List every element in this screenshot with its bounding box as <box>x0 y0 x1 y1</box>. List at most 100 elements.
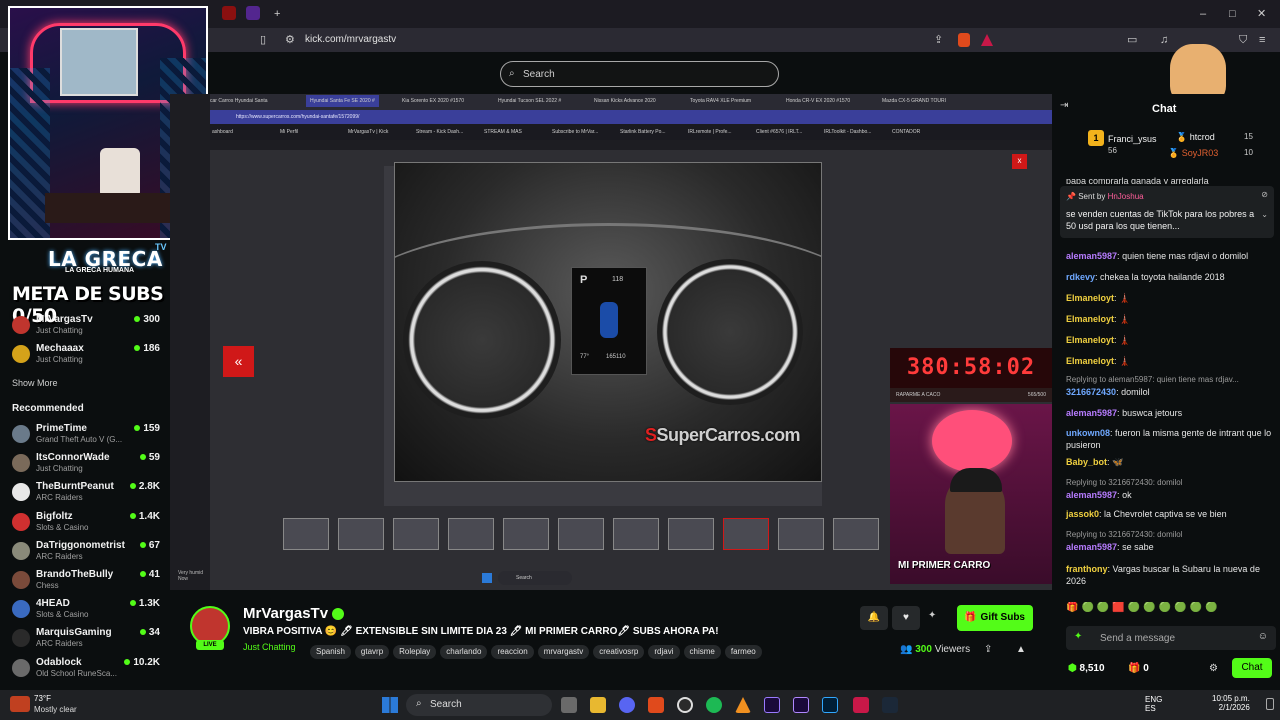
brave-shield-icon[interactable] <box>958 33 970 47</box>
maximize-icon[interactable]: □ <box>1229 8 1236 20</box>
share-icon[interactable]: ⇪ <box>934 34 943 46</box>
stream-category[interactable]: Just Chatting <box>243 642 296 652</box>
menu-icon[interactable]: ≡ <box>1259 34 1265 46</box>
report-icon[interactable]: ▲ <box>1016 644 1026 655</box>
video-player[interactable]: car Carros Hyundai Santa Hyundai Santa Fe… <box>170 94 1052 590</box>
chat-message[interactable]: aleman5987: quien tiene mas rdjavi o dom… <box>1066 250 1274 262</box>
chat-username[interactable]: unkown08 <box>1066 428 1110 438</box>
sidebar-recommended-channel[interactable]: DaTriggonometrist ARC Raiders 67 <box>12 540 162 566</box>
stream-tag[interactable]: mrvargastv <box>537 645 590 659</box>
sidebar-recommended-channel[interactable]: ItsConnorWade Just Chatting 59 <box>12 452 162 478</box>
show-more-link[interactable]: Show More <box>12 378 58 388</box>
chat-message[interactable]: Elmaneloyt: 🗼 <box>1066 334 1274 346</box>
streamer-name[interactable]: MrVargasTv <box>243 605 345 622</box>
chat-username[interactable]: 3216672430 <box>1066 387 1116 397</box>
chat-message[interactable]: rdkevy: chekea la toyota hailande 2018 <box>1066 271 1274 283</box>
sidebar-recommended-channel[interactable]: Bigfoltz Slots & Casino 1.4K <box>12 511 162 537</box>
bookmark-icon[interactable]: ▯ <box>260 34 266 46</box>
chat-message[interactable]: Elmaneloyt: 🗼 <box>1066 292 1274 304</box>
stream-tag[interactable]: farmeo <box>724 645 762 659</box>
stream-tag[interactable]: charlando <box>440 645 488 659</box>
chat-username[interactable]: aleman5987 <box>1066 542 1117 552</box>
pinned-message[interactable]: 📌 Sent by HnJoshua se venden cuentas de … <box>1060 186 1274 238</box>
file-explorer-icon[interactable] <box>590 697 606 713</box>
obs-icon[interactable] <box>677 697 693 713</box>
emoji-icon[interactable]: ☺ <box>1258 631 1268 642</box>
stream-tag[interactable]: rdjavi <box>648 645 680 659</box>
chat-send-button[interactable]: Chat <box>1232 658 1272 678</box>
sidebar-recommended-channel[interactable]: Odablock Old School RuneSca... 10.2K <box>12 657 162 683</box>
chat-message[interactable]: jassok0: la Chevrolet captiva se ve bien <box>1066 508 1274 520</box>
chat-username[interactable]: Elmaneloyt <box>1066 314 1114 324</box>
leader-1[interactable]: Franci_ysus <box>1108 134 1157 144</box>
share-stream-icon[interactable]: ⇪ <box>984 644 992 655</box>
chat-username[interactable]: Elmaneloyt <box>1066 293 1114 303</box>
stream-tag[interactable]: chisme <box>683 645 721 659</box>
chat-username[interactable]: Elmaneloyt <box>1066 335 1114 345</box>
tab-kick-icon[interactable] <box>246 6 260 20</box>
notification-bell-icon[interactable]: 🔔 <box>860 606 888 630</box>
chat-username[interactable]: rdkevy <box>1066 272 1095 282</box>
spotify-icon[interactable] <box>706 697 722 713</box>
chat-username[interactable]: Elmaneloyt <box>1066 356 1114 366</box>
emote-bar[interactable]: 🎁🟢🟢🟥🟢🟢🟢🟢🟢🟢 <box>1066 602 1272 618</box>
close-window-icon[interactable]: ✕ <box>1257 8 1266 20</box>
stream-tag[interactable]: gtavrp <box>354 645 390 659</box>
steam-icon[interactable] <box>882 697 898 713</box>
chat-message[interactable]: aleman5987: ok <box>1066 489 1274 501</box>
discord-icon[interactable] <box>619 697 635 713</box>
chat-message[interactable]: aleman5987: buswca jetours <box>1066 407 1274 419</box>
chat-message[interactable]: 3216672430: domilol <box>1066 386 1274 398</box>
follow-heart-icon[interactable]: ♥ <box>892 606 920 630</box>
new-tab-icon[interactable]: + <box>274 8 280 20</box>
clock[interactable]: 10:05 p.m. 2/1/2026 <box>1212 694 1250 712</box>
chat-username[interactable]: aleman5987 <box>1066 408 1117 418</box>
taskbar-search[interactable]: ⌕ Search <box>406 694 552 716</box>
chat-username[interactable]: jassok0 <box>1066 509 1099 519</box>
address-bar[interactable]: kick.com/mrvargastv <box>305 34 396 45</box>
vpn-icon[interactable]: ⛉ <box>1239 34 1247 46</box>
brave-icon[interactable] <box>648 697 664 713</box>
sidebar-icon[interactable]: ▭ <box>1127 34 1137 46</box>
start-button-icon[interactable] <box>382 697 398 713</box>
sidebar-recommended-channel[interactable]: TheBurntPeanut ARC Raiders 2.8K <box>12 481 162 507</box>
stream-tag[interactable]: Roleplay <box>393 645 437 659</box>
after-effects-icon[interactable] <box>793 697 809 713</box>
chat-message[interactable]: franthony: Vargas buscar la Subaru la nu… <box>1066 563 1274 587</box>
notification-icon[interactable] <box>1266 698 1274 710</box>
chat-username[interactable]: aleman5987 <box>1066 251 1117 261</box>
chat-settings-icon[interactable]: ⚙ <box>1209 663 1218 674</box>
stream-tag[interactable]: reaccion <box>491 645 534 659</box>
task-view-icon[interactable] <box>561 697 577 713</box>
search-input[interactable]: ⌕ Search <box>500 61 779 87</box>
chat-message[interactable]: Elmaneloyt: 🗼 <box>1066 355 1274 367</box>
sidebar-recommended-channel[interactable]: BrandoTheBully Chess 41 <box>12 569 162 595</box>
sparkle-icon[interactable]: ✦ <box>928 610 936 621</box>
tab-netflix-icon[interactable] <box>222 6 236 20</box>
vlc-icon[interactable] <box>735 697 751 713</box>
collapse-chat-icon[interactable]: ⇥ <box>1060 100 1068 111</box>
app-icon[interactable] <box>853 697 869 713</box>
chat-username[interactable]: Baby_bot <box>1066 457 1107 467</box>
minimize-icon[interactable]: – <box>1200 8 1206 20</box>
sidebar-recommended-channel[interactable]: MarquisGaming ARC Raiders 34 <box>12 627 162 653</box>
sidebar-recommended-channel[interactable]: PrimeTime Grand Theft Auto V (G... 159 <box>12 423 162 449</box>
chat-username[interactable]: aleman5987 <box>1066 490 1117 500</box>
chat-message[interactable]: unkown08: fueron la misma gente de intra… <box>1066 427 1274 451</box>
chat-username[interactable]: franthony <box>1066 564 1108 574</box>
leader-3[interactable]: 🏅 SoyJR03 <box>1168 148 1218 159</box>
site-info-icon[interactable]: ⚙ <box>285 34 295 46</box>
rewards-icon[interactable] <box>981 34 993 46</box>
language-indicator[interactable]: ENG ES <box>1145 695 1162 713</box>
stream-tag[interactable]: creativosrp <box>593 645 645 659</box>
expand-pin-icon[interactable]: ⌄ <box>1261 210 1268 219</box>
hide-pin-icon[interactable]: ⊘ <box>1261 190 1268 199</box>
chat-input[interactable]: ✦ Send a message ☺ <box>1066 626 1276 650</box>
sidebar-recommended-channel[interactable]: 4HEAD Slots & Casino 1.3K <box>12 598 162 624</box>
gift-count[interactable]: 🎁 0 <box>1128 663 1149 674</box>
chat-message[interactable]: Baby_bot: 🦋 <box>1066 456 1274 468</box>
photoshop-icon[interactable] <box>822 697 838 713</box>
sidebar-channel-mechaaax[interactable]: Mechaaax Just Chatting 186 <box>12 343 162 369</box>
stream-tag[interactable]: Spanish <box>310 645 351 659</box>
leader-2[interactable]: 🏅 htcrod <box>1176 132 1215 143</box>
